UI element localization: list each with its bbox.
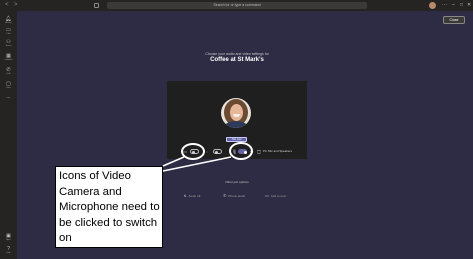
more-icon: ... <box>6 94 11 100</box>
rail-item-label: Chat <box>6 33 11 35</box>
camera-highlight-ring <box>181 143 205 160</box>
rail-item-label: Help <box>6 252 11 254</box>
meeting-title: Coffee at St Mark's <box>210 57 264 63</box>
rail-item-teams[interactable]: ⚇ Teams <box>0 39 17 48</box>
rail-item-label: Teams <box>5 45 12 47</box>
close-window-button[interactable]: ✕ <box>467 0 471 11</box>
audio-device-label[interactable]: PC Mic and Speakers <box>263 149 292 154</box>
rail-item-label: Activity <box>5 22 12 24</box>
compose-icon[interactable] <box>94 3 99 8</box>
phone-icon: ✆ <box>223 193 227 198</box>
mic-highlight-ring <box>229 142 253 160</box>
annotation-text: Icons of Video Camera and Microphone nee… <box>59 170 160 244</box>
join-now-button[interactable]: Join now <box>226 137 247 142</box>
forward-icon[interactable]: > <box>14 1 18 10</box>
option-label: Add a room <box>270 194 287 198</box>
rail-item-label: Calendar <box>4 59 13 61</box>
rail-item-files[interactable]: ▢ Files <box>0 81 17 90</box>
maximize-button[interactable]: □ <box>460 0 463 11</box>
join-prompt: Choose your audio and video settings for <box>205 52 269 56</box>
rail-item-activity[interactable]: 🔔︎ Activity <box>0 16 17 25</box>
title-bar: < > Search for or type a command ··· – □… <box>0 0 473 11</box>
teams-window: < > Search for or type a command ··· – □… <box>0 0 473 259</box>
user-video-avatar <box>221 98 251 128</box>
rail-item-calendar[interactable]: ▦ Calendar <box>0 53 17 62</box>
minimize-button[interactable]: – <box>452 0 455 11</box>
option-label: Audio off <box>188 194 201 198</box>
phone-audio-option[interactable]: ✆ Phone audio <box>223 193 245 199</box>
back-icon[interactable]: < <box>5 1 9 10</box>
rail-item-calls[interactable]: ✆ Calls <box>0 67 17 76</box>
option-label: Phone audio <box>228 194 246 198</box>
background-blur-icon[interactable]: ◌ <box>206 149 208 154</box>
rail-item-chat[interactable]: ▭ Chat <box>0 27 17 36</box>
other-join-options-title: Other join options <box>225 180 249 184</box>
more-options-icon[interactable]: ··· <box>442 0 447 11</box>
audio-off-option[interactable]: 🔇︎ Audio off <box>184 193 200 199</box>
annotation-callout: Icons of Video Camera and Microphone nee… <box>55 166 163 248</box>
add-room-option[interactable]: ▭ Add a room <box>265 193 286 199</box>
speaker-icon[interactable]: 🖵︎ <box>257 149 261 154</box>
app-rail: 🔔︎ Activity ▭ Chat ⚇ Teams ▦ Calendar ✆ … <box>0 11 17 259</box>
rail-item-help[interactable]: ? Help <box>0 246 17 255</box>
room-icon: ▭ <box>265 193 269 198</box>
rail-item-apps[interactable]: ▣ Apps <box>0 233 17 242</box>
rail-item-label: Apps <box>6 239 11 241</box>
blur-toggle[interactable] <box>213 149 222 154</box>
close-button[interactable]: Close <box>443 16 465 24</box>
rail-item-label: Files <box>6 87 11 89</box>
rail-item-label: Calls <box>6 73 11 75</box>
speaker-off-icon: 🔇︎ <box>184 193 187 198</box>
avatar[interactable] <box>429 2 436 9</box>
search-input[interactable]: Search for or type a command <box>107 2 367 9</box>
rail-item-more[interactable]: ... <box>0 94 17 100</box>
